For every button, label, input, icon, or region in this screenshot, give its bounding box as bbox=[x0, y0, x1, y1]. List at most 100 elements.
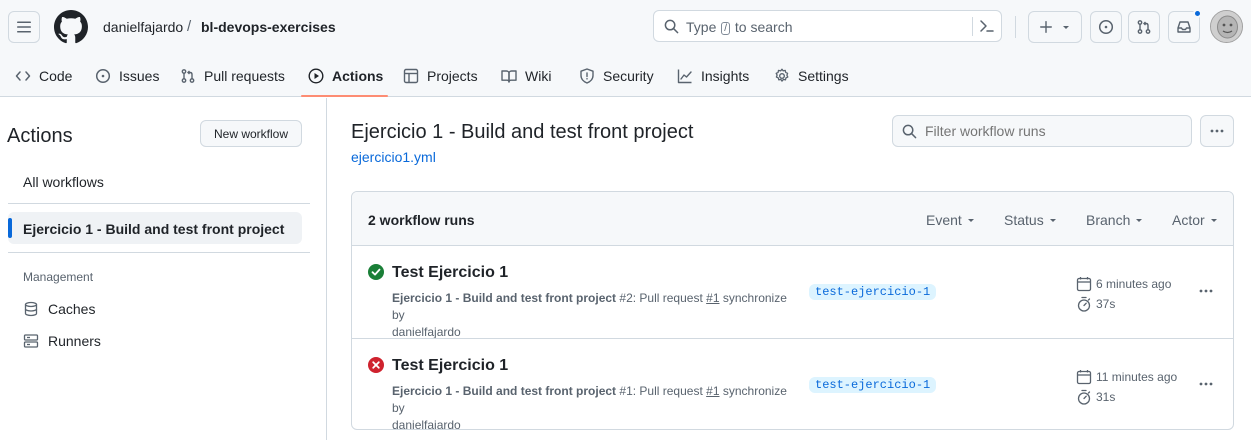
run-description: Ejercicio 1 - Build and test front proje… bbox=[392, 291, 787, 339]
stopwatch-icon bbox=[1077, 296, 1091, 312]
tab-actions-label: Actions bbox=[332, 68, 384, 84]
calendar-icon bbox=[1076, 370, 1092, 385]
triangle-down-icon bbox=[1210, 219, 1217, 222]
search-icon bbox=[664, 19, 679, 34]
workflow-menu-button[interactable] bbox=[1200, 115, 1234, 147]
sidebar-title: Actions bbox=[7, 125, 73, 147]
issues-button[interactable] bbox=[1090, 11, 1122, 43]
sidebar-item-all-workflows[interactable]: All workflows bbox=[23, 174, 104, 190]
pull-request-link[interactable]: #1 bbox=[706, 291, 719, 305]
run-menu-button[interactable] bbox=[1194, 282, 1218, 300]
event-filter-dropdown[interactable]: Event bbox=[926, 212, 976, 228]
workflow-title: Ejercicio 1 - Build and test front proje… bbox=[351, 121, 694, 143]
graph-icon bbox=[677, 69, 692, 84]
slash-key-hint: / bbox=[721, 22, 731, 35]
play-icon bbox=[308, 68, 324, 84]
tab-wiki-label: Wiki bbox=[525, 68, 552, 84]
sidebar-item-runners-label: Runners bbox=[48, 333, 101, 349]
check-circle-fill-icon bbox=[368, 264, 384, 280]
breadcrumb-separator: / bbox=[187, 18, 192, 35]
inbox-icon bbox=[1177, 21, 1191, 33]
filter-input[interactable] bbox=[925, 123, 1175, 139]
tab-pull-requests[interactable]: Pull requests bbox=[180, 58, 285, 94]
sidebar-divider bbox=[8, 203, 310, 204]
runs-list-header: 2 workflow runs Event Status Branch Acto… bbox=[352, 192, 1233, 246]
run-workflow-name: Ejercicio 1 - Build and test front proje… bbox=[392, 384, 617, 398]
tab-actions[interactable]: Actions bbox=[308, 58, 383, 94]
new-workflow-button[interactable]: New workflow bbox=[200, 120, 302, 147]
calendar-icon bbox=[1076, 277, 1092, 292]
tab-settings-label: Settings bbox=[798, 68, 849, 84]
branch-label[interactable]: test-ejercicio-1 bbox=[809, 284, 937, 300]
kebab-horizontal-icon bbox=[1210, 129, 1224, 133]
tab-wiki[interactable]: Wiki bbox=[501, 58, 551, 94]
kebab-horizontal-icon bbox=[1199, 289, 1213, 293]
workflow-run-row[interactable]: Test Ejercicio 1 Ejercicio 1 - Build and… bbox=[352, 246, 1233, 339]
tab-projects-label: Projects bbox=[427, 68, 478, 84]
tab-projects[interactable]: Projects bbox=[403, 58, 478, 94]
book-icon bbox=[501, 70, 517, 83]
run-actor[interactable]: danielfajardo bbox=[392, 325, 461, 339]
issue-opened-icon bbox=[1098, 19, 1114, 35]
search-icon bbox=[902, 124, 917, 139]
tab-issues-label: Issues bbox=[119, 68, 160, 84]
tab-insights-label: Insights bbox=[701, 68, 750, 84]
sidebar-item-caches[interactable]: Caches bbox=[23, 301, 95, 317]
x-circle-fill-icon bbox=[368, 357, 384, 373]
code-icon bbox=[15, 71, 31, 81]
tab-issues[interactable]: Issues bbox=[95, 58, 159, 94]
command-palette-icon[interactable] bbox=[979, 18, 995, 34]
table-icon bbox=[403, 68, 419, 84]
tab-security-label: Security bbox=[603, 68, 654, 84]
status-filter-dropdown[interactable]: Status bbox=[1004, 212, 1058, 228]
database-icon bbox=[24, 301, 38, 317]
search-placeholder: Type / to search bbox=[686, 19, 793, 35]
branch-filter-dropdown[interactable]: Branch bbox=[1086, 212, 1144, 228]
run-number: #2 bbox=[619, 291, 633, 305]
active-tab-indicator bbox=[301, 95, 388, 97]
inbox-button[interactable] bbox=[1168, 9, 1202, 43]
pull-request-link[interactable]: #1 bbox=[706, 384, 719, 398]
search-divider bbox=[972, 17, 973, 36]
run-menu-button[interactable] bbox=[1194, 375, 1218, 393]
run-workflow-name: Ejercicio 1 - Build and test front proje… bbox=[392, 291, 617, 305]
user-avatar[interactable] bbox=[1210, 10, 1243, 43]
breadcrumb-owner[interactable]: danielfajardo bbox=[103, 19, 183, 35]
sidebar-active-indicator bbox=[8, 218, 12, 238]
tab-code[interactable]: Code bbox=[15, 58, 72, 94]
run-title-link[interactable]: Test Ejercicio 1 bbox=[392, 264, 508, 282]
github-logo-icon[interactable] bbox=[54, 10, 88, 44]
avatar-image-icon bbox=[1211, 11, 1242, 42]
breadcrumb-repo[interactable]: bl-devops-exercises bbox=[201, 19, 336, 35]
tab-code-label: Code bbox=[39, 68, 73, 84]
kebab-horizontal-icon bbox=[1199, 382, 1213, 386]
run-duration: 37s bbox=[1076, 296, 1115, 312]
workflow-runs-list: 2 workflow runs Event Status Branch Acto… bbox=[351, 191, 1234, 430]
header-divider bbox=[1015, 16, 1016, 38]
triangle-down-icon bbox=[1063, 26, 1069, 29]
run-title-link[interactable]: Test Ejercicio 1 bbox=[392, 357, 508, 375]
sidebar-item-runners[interactable]: Runners bbox=[23, 333, 101, 349]
run-time-ago: 6 minutes ago bbox=[1096, 277, 1172, 291]
run-duration: 31s bbox=[1076, 389, 1115, 405]
branch-label[interactable]: test-ejercicio-1 bbox=[809, 377, 937, 393]
pull-requests-button[interactable] bbox=[1128, 11, 1160, 43]
actor-filter-dropdown[interactable]: Actor bbox=[1172, 212, 1219, 228]
run-duration-value: 31s bbox=[1096, 390, 1116, 404]
workflow-file-link[interactable]: ejercicio1.yml bbox=[351, 149, 436, 165]
run-description: Ejercicio 1 - Build and test front proje… bbox=[392, 384, 787, 430]
tab-settings[interactable]: Settings bbox=[774, 58, 849, 94]
git-pull-request-icon bbox=[1137, 20, 1151, 34]
run-actor[interactable]: danielfajardo bbox=[392, 418, 461, 429]
global-search-input[interactable]: Type / to search bbox=[653, 10, 1002, 42]
menu-button[interactable] bbox=[8, 11, 40, 43]
tab-insights[interactable]: Insights bbox=[677, 58, 749, 94]
workflow-run-row[interactable]: Test Ejercicio 1 Ejercicio 1 - Build and… bbox=[352, 338, 1233, 430]
filter-workflow-runs[interactable] bbox=[892, 115, 1192, 147]
triangle-down-icon bbox=[1136, 219, 1143, 222]
sidebar-divider bbox=[8, 252, 310, 253]
create-new-button[interactable] bbox=[1028, 11, 1082, 43]
sidebar-item-ejercicio-1[interactable]: Ejercicio 1 - Build and test front proje… bbox=[23, 221, 284, 237]
sidebar-heading-management: Management bbox=[23, 270, 94, 284]
tab-security[interactable]: Security bbox=[579, 58, 654, 94]
